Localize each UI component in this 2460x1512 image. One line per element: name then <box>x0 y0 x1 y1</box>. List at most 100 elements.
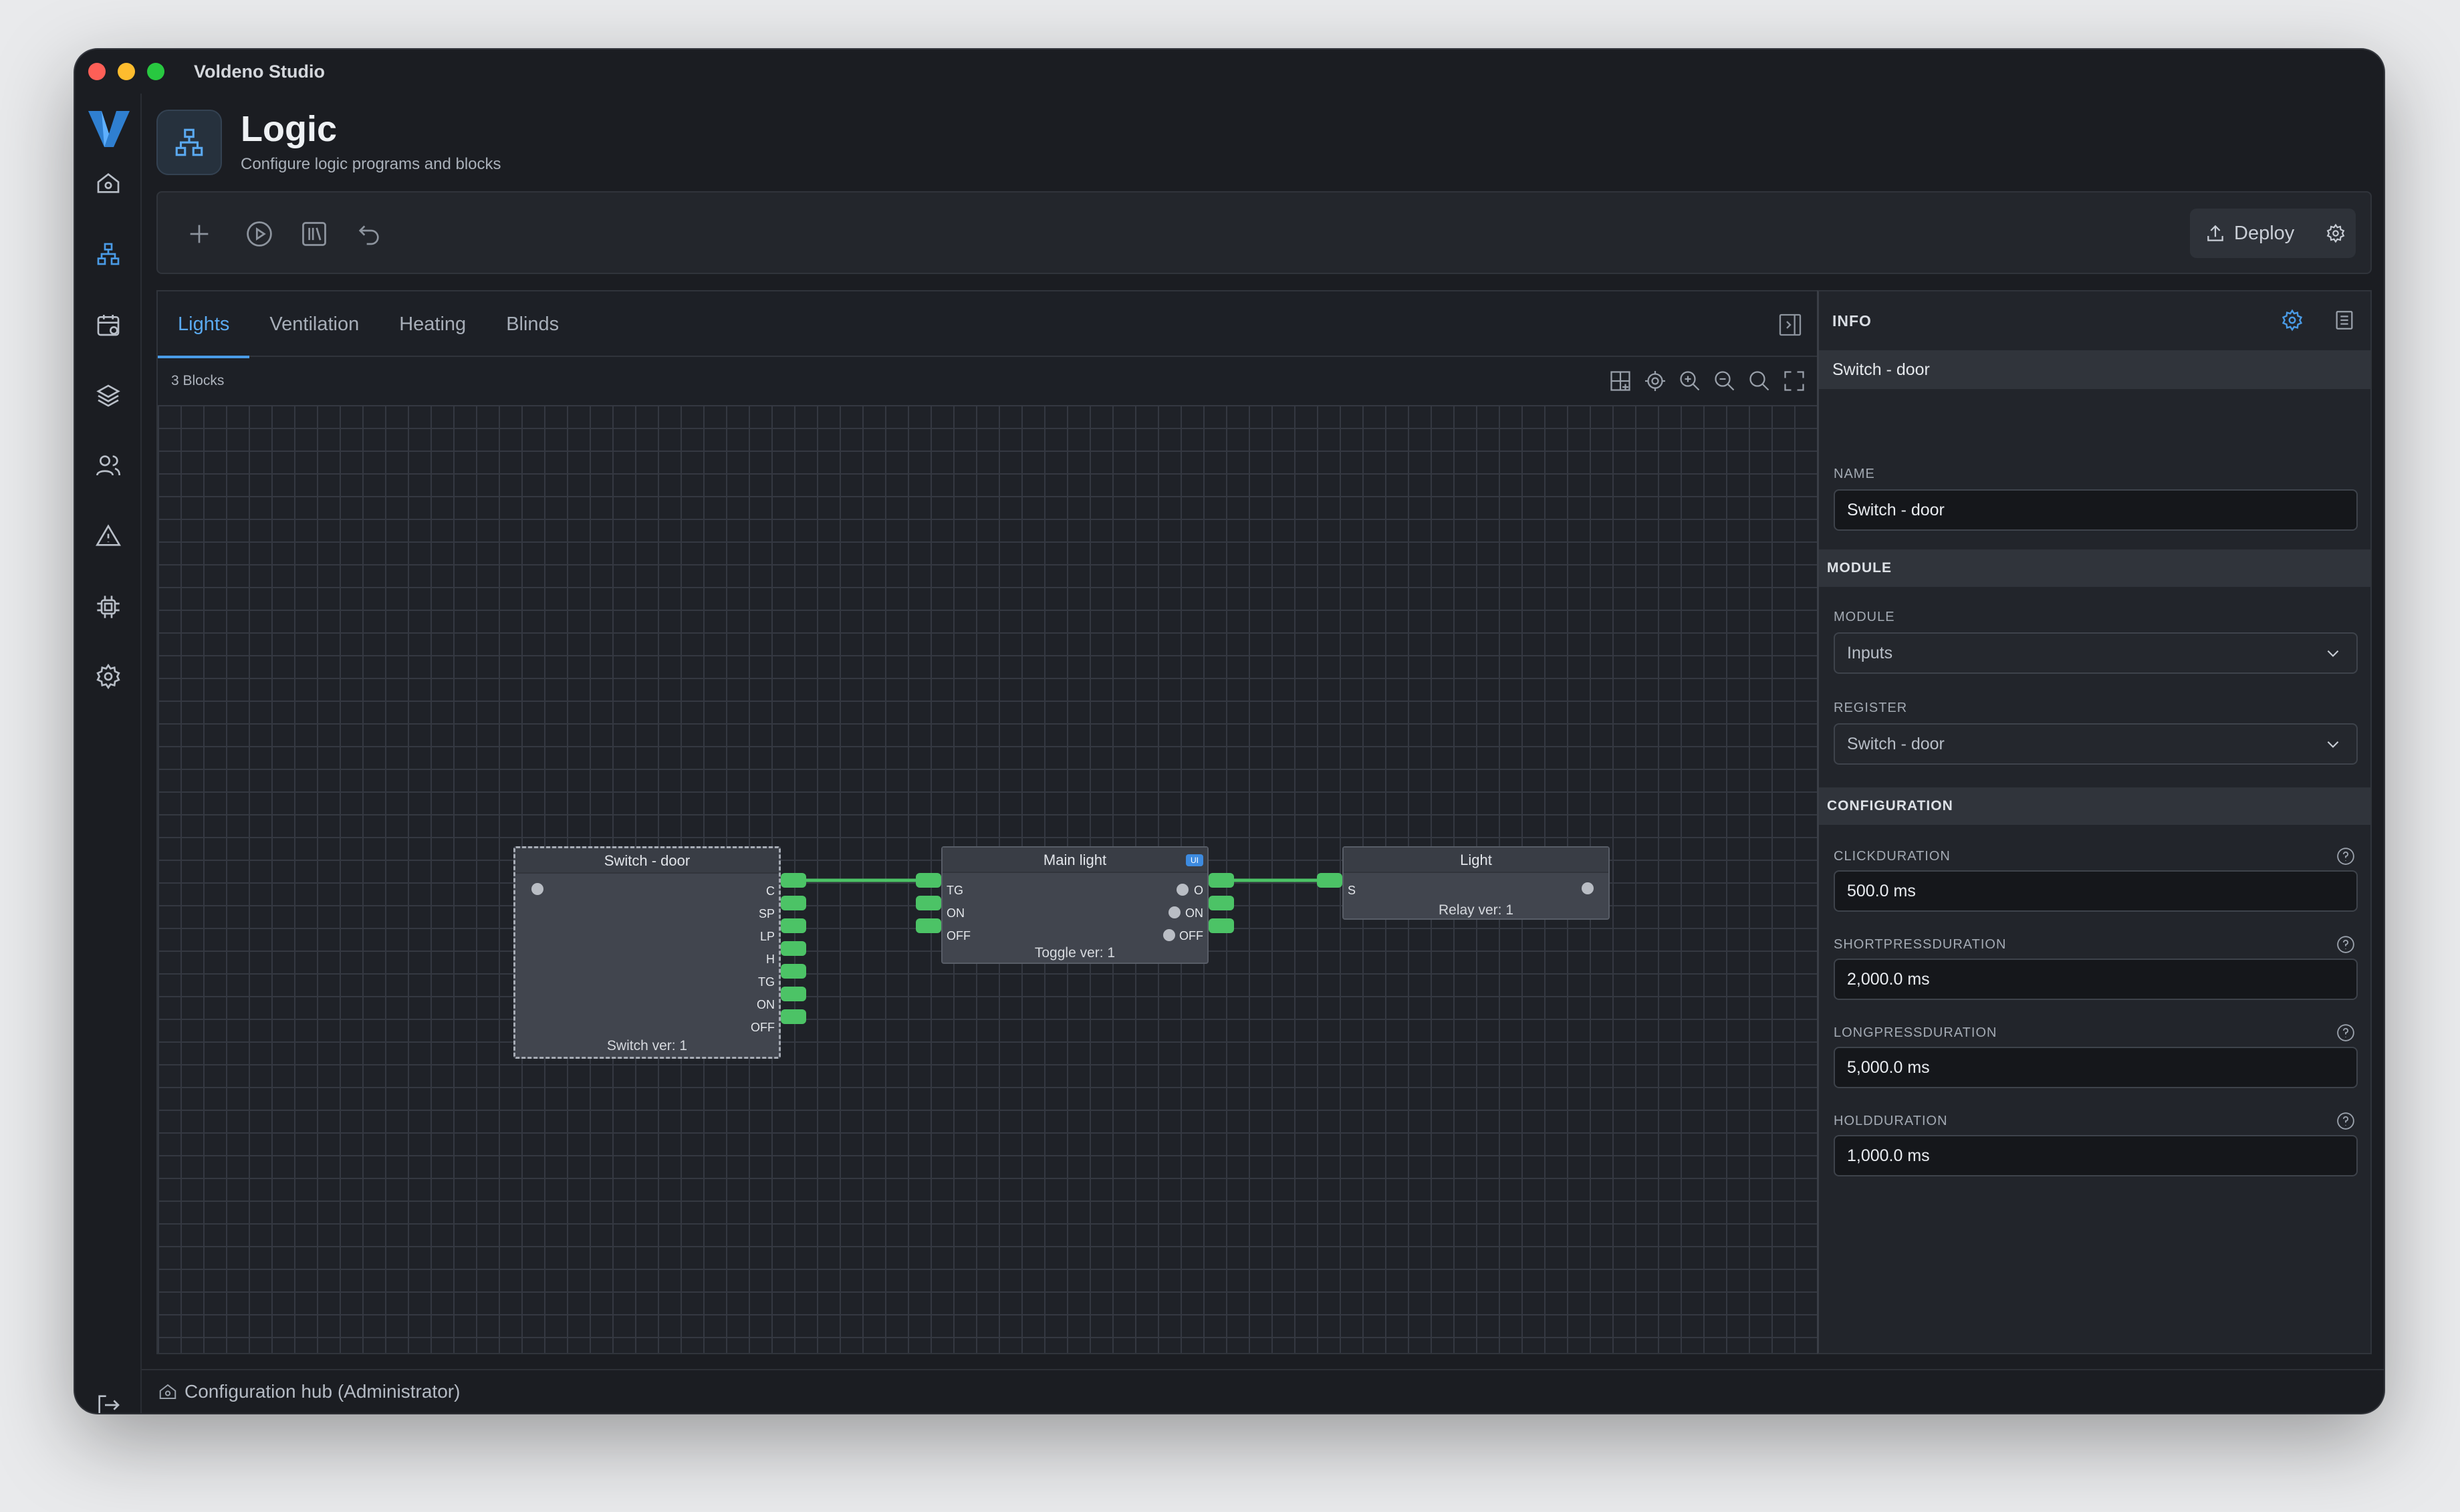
sidebar-item-layers[interactable] <box>92 380 124 412</box>
register-select[interactable]: Switch - door <box>1834 723 2358 765</box>
port-label: H <box>766 953 775 966</box>
minimize-window-button[interactable] <box>118 63 135 80</box>
maximize-window-button[interactable] <box>147 63 164 80</box>
sidebar-item-logic[interactable] <box>92 238 124 270</box>
gear-icon <box>96 663 120 690</box>
tab-ventilation[interactable]: Ventilation <box>249 291 379 357</box>
sidebar-item-schedule[interactable] <box>92 309 124 341</box>
undo-button[interactable] <box>353 218 385 250</box>
target-icon <box>1645 371 1665 391</box>
holdduration-input[interactable]: 1,000.0 ms <box>1834 1135 2358 1176</box>
add-grid-button[interactable] <box>1607 368 1634 394</box>
module-value: Inputs <box>1847 643 1893 662</box>
output-port[interactable] <box>781 987 806 1001</box>
library-button[interactable] <box>298 218 330 250</box>
output-port[interactable] <box>781 1009 806 1024</box>
toggle-panel-button[interactable] <box>1777 311 1804 338</box>
undo-icon <box>358 225 379 245</box>
port-label: ON <box>757 998 775 1011</box>
toolbar: Deploy <box>156 191 2372 274</box>
run-button[interactable] <box>243 218 275 250</box>
gear-icon <box>2326 223 2345 243</box>
home-icon <box>97 172 120 193</box>
fullscreen-button[interactable] <box>1781 368 1808 394</box>
input-port[interactable] <box>916 896 941 910</box>
toggle-block[interactable]: Main light UI TG ON OFF O ON OFF Toggle … <box>941 846 1209 964</box>
output-port[interactable] <box>781 964 806 979</box>
relay-block[interactable]: Light S Relay ver: 1 <box>1342 846 1610 920</box>
document-icon <box>2336 311 2353 330</box>
zoom-in-button[interactable] <box>1677 368 1703 394</box>
sidebar-item-alerts[interactable] <box>92 520 124 552</box>
longpressduration-label: LONGPRESSDURATION <box>1834 1025 1997 1040</box>
zoom-out-button[interactable] <box>1711 368 1738 394</box>
clickduration-input[interactable]: 500.0 ms <box>1834 870 2358 912</box>
zoom-in-icon <box>1680 371 1700 391</box>
app-logo-icon <box>87 108 131 148</box>
help-icon[interactable] <box>2336 934 2356 955</box>
input-port[interactable] <box>1317 873 1342 888</box>
output-port[interactable] <box>1209 896 1234 910</box>
library-icon <box>302 222 326 246</box>
users-icon <box>96 455 120 476</box>
output-port[interactable] <box>1209 873 1234 888</box>
zoom-reset-button[interactable] <box>1746 368 1773 394</box>
center-view-button[interactable] <box>1642 368 1669 394</box>
output-port[interactable] <box>1209 918 1234 933</box>
deploy-label: Deploy <box>2234 222 2295 244</box>
help-icon[interactable] <box>2336 846 2356 866</box>
gear-icon <box>2282 309 2303 332</box>
input-port[interactable] <box>916 873 941 888</box>
register-label: REGISTER <box>1834 701 1908 715</box>
tab-lights[interactable]: Lights <box>158 291 250 358</box>
selected-block-name: Switch - door <box>1819 350 2370 389</box>
title-bar: Voldeno Studio <box>75 49 2384 94</box>
layers-icon <box>96 384 120 407</box>
deploy-group: Deploy <box>2190 209 2356 258</box>
output-port[interactable] <box>781 918 806 933</box>
port-label: ON <box>1185 906 1203 920</box>
longpressduration-input[interactable]: 5,000.0 ms <box>1834 1047 2358 1088</box>
sidebar-item-users[interactable] <box>92 449 124 481</box>
shortpressduration-input[interactable]: 2,000.0 ms <box>1834 959 2358 1000</box>
panel-header: INFO <box>1819 291 2370 350</box>
port-dot <box>1177 884 1189 896</box>
add-block-button[interactable] <box>183 218 215 250</box>
logout-button[interactable] <box>92 1389 124 1413</box>
page-title: Logic <box>241 109 337 149</box>
name-input[interactable]: Switch - door <box>1834 489 2358 531</box>
play-circle-icon <box>247 221 272 247</box>
help-icon[interactable] <box>2336 1023 2356 1043</box>
port-label: LP <box>759 930 775 943</box>
logic-canvas[interactable]: Switch - door C SP LP H TG ON OFF Switch… <box>158 405 1817 1353</box>
node-title: Switch - door <box>515 848 779 874</box>
fullscreen-icon <box>1784 371 1804 391</box>
output-port[interactable] <box>781 941 806 956</box>
module-select[interactable]: Inputs <box>1834 632 2358 674</box>
sidebar-item-settings[interactable] <box>92 660 124 692</box>
input-port[interactable] <box>916 918 941 933</box>
panel-docs-button[interactable] <box>2333 309 2356 332</box>
sidebar-item-devices[interactable] <box>92 591 124 623</box>
module-label: MODULE <box>1834 610 1895 624</box>
name-label: NAME <box>1834 467 1875 481</box>
tab-heating[interactable]: Heating <box>379 291 486 357</box>
help-icon[interactable] <box>2336 1111 2356 1131</box>
port-label: ON <box>947 906 965 920</box>
output-port[interactable] <box>781 873 806 888</box>
sidebar-item-home[interactable] <box>92 167 124 199</box>
switch-block[interactable]: Switch - door C SP LP H TG ON OFF Switch… <box>513 846 781 1059</box>
port-label: C <box>766 884 775 898</box>
panel-settings-button[interactable] <box>2281 309 2304 332</box>
port-label: S <box>1348 884 1356 897</box>
port-dot <box>1168 906 1181 918</box>
program-tabs: Lights Ventilation Heating Blinds <box>158 291 1817 358</box>
node-footer: Switch ver: 1 <box>606 1038 688 1053</box>
port-label: SP <box>758 907 775 920</box>
deploy-settings-button[interactable] <box>2317 209 2354 258</box>
deploy-button[interactable]: Deploy <box>2190 209 2317 258</box>
output-port[interactable] <box>781 896 806 910</box>
chevron-down-icon <box>2327 741 2339 748</box>
close-window-button[interactable] <box>88 63 106 80</box>
tab-blinds[interactable]: Blinds <box>486 291 579 357</box>
